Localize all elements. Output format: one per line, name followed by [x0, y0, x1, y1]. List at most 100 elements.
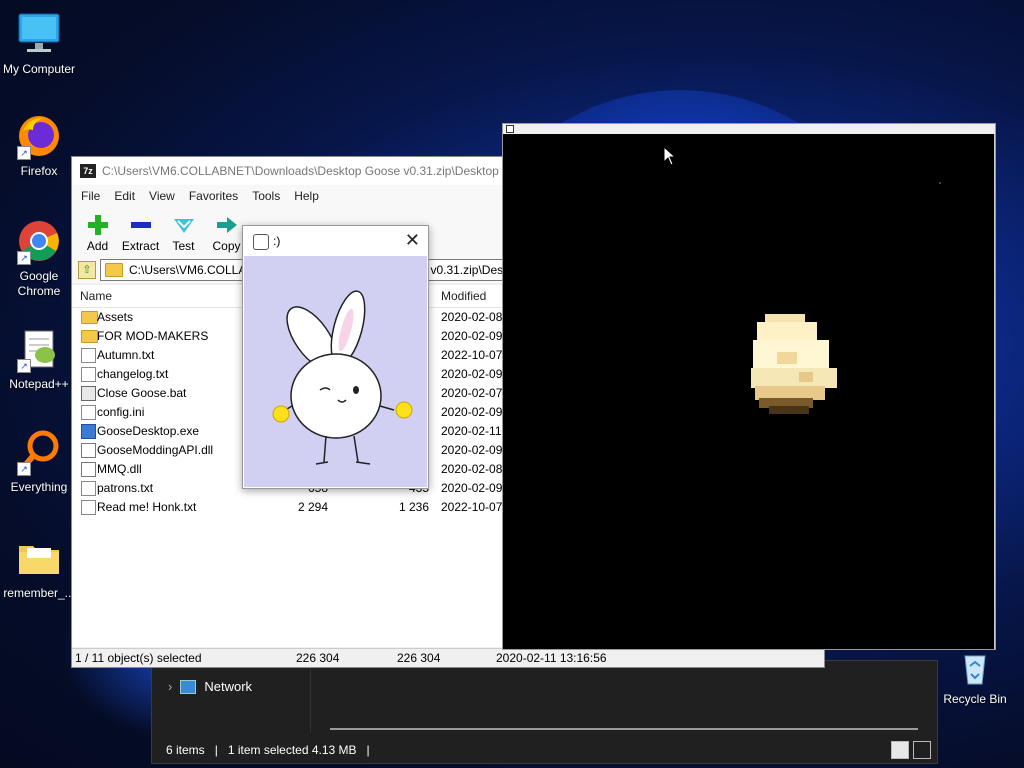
- file-name: Close Goose.bat: [97, 386, 187, 400]
- test-label: Test: [172, 239, 195, 253]
- menu-edit[interactable]: Edit: [107, 189, 142, 203]
- desktop-icon-label: Firefox: [20, 164, 58, 178]
- app-icon: [253, 234, 269, 250]
- separator: |: [366, 743, 370, 757]
- text-file-icon: [81, 348, 96, 363]
- pixel-dot: [939, 182, 941, 184]
- desktop-icon-label: Notepad++: [9, 377, 69, 391]
- text-file-icon: [81, 500, 96, 515]
- extract-minus-icon: [129, 213, 153, 237]
- file-explorer-window[interactable]: › Network 6 items | 1 item selected 4.13…: [151, 660, 938, 764]
- menu-help[interactable]: Help: [287, 189, 326, 203]
- system-menu-icon[interactable]: [506, 125, 514, 133]
- file-size: 2 294: [297, 500, 328, 514]
- details-view-button[interactable]: [891, 741, 909, 759]
- nav-item-network[interactable]: › Network: [168, 679, 252, 694]
- menu-tools[interactable]: Tools: [245, 189, 287, 203]
- tiles-view-button[interactable]: [913, 741, 931, 759]
- file-name: Read me! Honk.txt: [97, 500, 197, 514]
- add-button[interactable]: Add: [76, 213, 119, 257]
- view-toggle: [891, 741, 931, 759]
- file-name: patrons.txt: [97, 481, 154, 495]
- shortcut-arrow-icon: ↗: [17, 462, 31, 476]
- folder-icon: [105, 263, 123, 277]
- monitor-icon: [15, 10, 63, 58]
- file-modified: 2020-02-11: [441, 424, 502, 438]
- status-bar: 1 / 11 object(s) selected 226 304 226 30…: [72, 648, 824, 667]
- text-file-icon: [81, 481, 96, 496]
- everything-search-icon: ↗: [15, 428, 63, 476]
- text-file-icon: [81, 367, 96, 382]
- file-name: Assets: [97, 310, 134, 324]
- file-modified: 2020-02-09: [441, 443, 503, 457]
- menu-view[interactable]: View: [142, 189, 182, 203]
- file-name: changelog.txt: [97, 367, 169, 381]
- shortcut-arrow-icon: ↗: [17, 146, 31, 160]
- close-icon[interactable]: ✕: [405, 230, 420, 251]
- black-overlay-window[interactable]: [502, 123, 996, 650]
- file-modified: 2020-02-07: [441, 386, 503, 400]
- horizontal-scrollbar[interactable]: [330, 728, 918, 730]
- mouse-cursor-icon: [663, 146, 677, 166]
- recycle-bin-icon: [955, 648, 995, 688]
- bunny-image: [244, 256, 427, 487]
- desktop-icon-recycle-bin[interactable]: Recycle Bin: [938, 648, 1012, 707]
- popup-title-bar[interactable]: :) ✕: [243, 226, 428, 256]
- nav-item-label: Network: [204, 679, 253, 694]
- selection-info: 1 item selected 4.13 MB: [227, 743, 357, 757]
- overlay-title-bar[interactable]: [503, 124, 995, 134]
- menu-file[interactable]: File: [74, 189, 107, 203]
- exe-file-icon: [81, 424, 96, 439]
- selected-packed-size: 226 304: [397, 651, 441, 665]
- file-modified: 2020-02-09: [441, 481, 503, 495]
- dll-file-icon: [81, 462, 96, 477]
- file-name: GooseDesktop.exe: [97, 424, 200, 438]
- desktop-icon-my-computer[interactable]: My Computer: [0, 10, 78, 77]
- file-name: MMQ.dll: [97, 462, 142, 476]
- desktop-icon-remember-folder[interactable]: remember_...: [0, 534, 78, 601]
- bat-file-icon: [81, 386, 96, 401]
- copy-label: Copy: [212, 239, 241, 253]
- column-modified[interactable]: Modified: [441, 289, 486, 303]
- chevron-right-icon[interactable]: ›: [168, 679, 172, 694]
- window-border: [994, 134, 995, 649]
- explorer-status-bar: 6 items | 1 item selected 4.13 MB |: [166, 743, 370, 757]
- file-modified: 2022-10-07: [441, 348, 503, 362]
- folder-icon: [15, 534, 63, 582]
- window-title: C:\Users\VM6.COLLABNET\Downloads\Desktop…: [102, 164, 538, 178]
- file-packed-size: 1 236: [398, 500, 429, 514]
- file-modified: 2022-10-07: [441, 500, 503, 514]
- separator: |: [214, 743, 218, 757]
- add-plus-icon: [86, 213, 110, 237]
- desktop-icon-notepadpp[interactable]: ↗ Notepad++: [0, 325, 78, 392]
- item-count: 6 items: [166, 743, 205, 757]
- file-modified: 2020-02-09: [441, 367, 503, 381]
- desktop-icon-chrome[interactable]: ↗ Google Chrome: [0, 217, 78, 299]
- test-button[interactable]: Test: [162, 213, 205, 257]
- desktop-icon-label: Everything: [10, 480, 68, 494]
- extract-button[interactable]: Extract: [119, 213, 162, 257]
- folder-icon: [81, 330, 98, 343]
- file-modified: 2020-02-09: [441, 405, 503, 419]
- chrome-icon: ↗: [15, 217, 63, 265]
- desktop-icon-firefox[interactable]: ↗ Firefox: [0, 112, 78, 179]
- network-icon: [180, 679, 197, 694]
- file-modified: 2020-02-09: [441, 329, 503, 343]
- file-name: Autumn.txt: [97, 348, 155, 362]
- add-label: Add: [86, 239, 109, 253]
- file-name: GooseModdingAPI.dll: [97, 443, 214, 457]
- menu-favorites[interactable]: Favorites: [182, 189, 245, 203]
- file-name: FOR MOD-MAKERS: [97, 329, 209, 343]
- desktop-icon-label: Recycle Bin: [943, 692, 1007, 706]
- text-file-icon: [81, 405, 96, 420]
- selected-size: 226 304: [296, 651, 340, 665]
- copy-arrow-icon: [215, 213, 239, 237]
- file-modified: 2020-02-08: [441, 462, 503, 476]
- file-modified: 2020-02-08: [441, 310, 503, 324]
- desktop-icon-label: remember_...: [3, 586, 75, 600]
- desktop-icon-label: Google Chrome: [17, 269, 61, 298]
- desktop-icon-everything[interactable]: ↗ Everything: [0, 428, 78, 495]
- up-folder-button[interactable]: ⇧: [78, 261, 96, 279]
- goose-note-window[interactable]: :) ✕: [242, 225, 429, 489]
- column-name[interactable]: Name: [80, 289, 112, 303]
